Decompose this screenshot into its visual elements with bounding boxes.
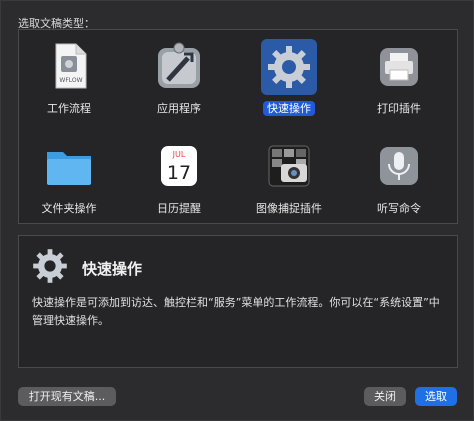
doc-type-dictation-command[interactable]: 听写命令 [349, 134, 449, 215]
doc-type-label: 听写命令 [377, 202, 421, 215]
printer-icon [380, 48, 418, 86]
document-type-grid: WFLOW 工作流程 应用程序 快速操作 打印插件 文件夹操作 JUL 17 日… [18, 29, 458, 224]
doc-type-label: 应用程序 [157, 102, 201, 115]
doc-type-label: 图像捕捉插件 [256, 202, 322, 215]
choose-button[interactable]: 选取 [415, 387, 457, 406]
description-text: 快速操作是可添加到访达、触控栏和“服务”菜单的工作流程。你可以在“系统设置”中管… [32, 296, 440, 327]
doc-type-quick-action[interactable]: 快速操作 [239, 34, 339, 116]
doc-type-folder-action[interactable]: 文件夹操作 [19, 134, 119, 215]
microphone-icon [380, 147, 418, 185]
workflow-document-icon: WFLOW [55, 43, 87, 89]
folder-icon [47, 152, 91, 185]
doc-type-label: 日历提醒 [157, 202, 201, 215]
doc-type-print-plugin[interactable]: 打印插件 [349, 34, 449, 115]
doc-type-label: 快速操作 [263, 101, 315, 116]
description-title: 快速操作 [82, 260, 143, 278]
doc-type-label: 打印插件 [377, 102, 421, 115]
close-button[interactable]: 关闭 [364, 387, 406, 406]
doc-type-label: 文件夹操作 [41, 202, 97, 215]
workflow-icon-text: WFLOW [59, 77, 82, 84]
image-capture-icon [268, 145, 310, 187]
calendar-icon: JUL 17 [161, 146, 197, 186]
description-panel: 快速操作 快速操作是可添加到访达、触控栏和“服务”菜单的工作流程。你可以在“系统… [18, 235, 458, 368]
doc-type-workflow[interactable]: WFLOW 工作流程 [19, 34, 119, 115]
calendar-day: 17 [167, 162, 191, 184]
doc-type-calendar-alarm[interactable]: JUL 17 日历提醒 [129, 134, 229, 215]
gear-icon [33, 249, 67, 283]
open-existing-button[interactable]: 打开现有文稿... [18, 387, 116, 406]
doc-type-image-capture-plugin[interactable]: 图像捕捉插件 [239, 134, 339, 215]
doc-type-application[interactable]: 应用程序 [129, 34, 229, 115]
gear-icon [268, 46, 310, 88]
doc-type-label: 工作流程 [47, 102, 91, 115]
calendar-month: JUL [172, 150, 186, 159]
new-document-dialog: 选取文稿类型： WFLOW 工作流程 应用程序 快速操作 打印插件 文件夹操作 … [0, 0, 474, 421]
application-icon [158, 42, 200, 88]
